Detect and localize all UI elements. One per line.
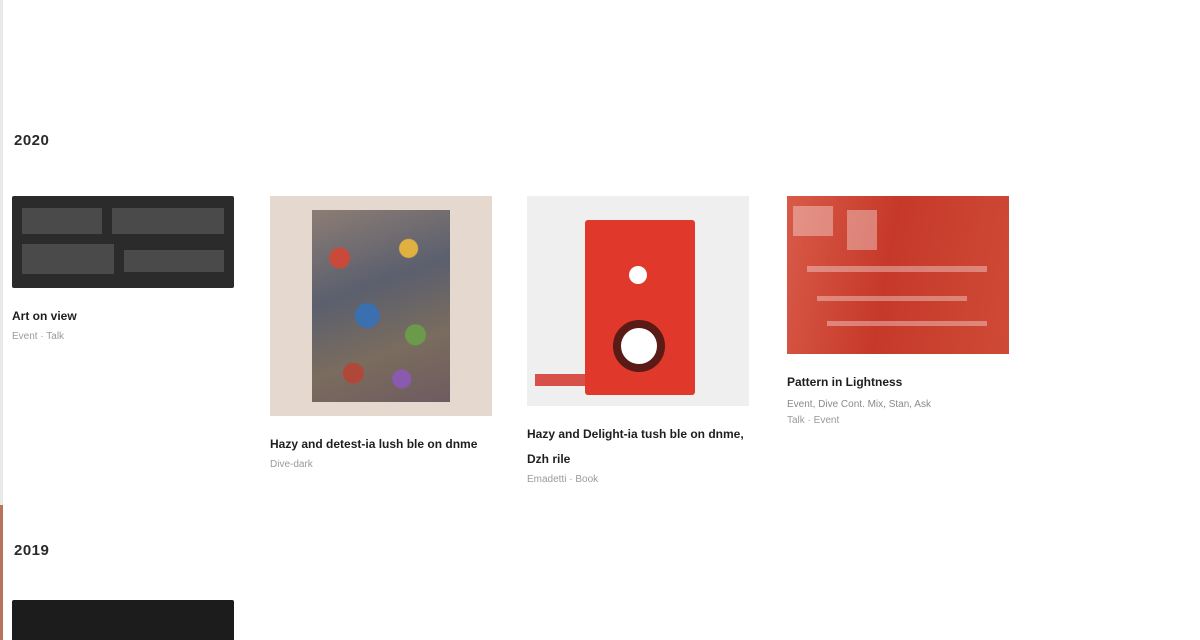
- card-5[interactable]: [12, 600, 234, 640]
- painting-artwork: [312, 210, 450, 402]
- card-3-subtitle: Emadetti · Book: [527, 474, 599, 485]
- card-2-image[interactable]: [270, 196, 492, 416]
- card-2-title[interactable]: Hazy and detest-ia lush ble on dnme: [270, 432, 492, 457]
- section-heading-2019: 2019: [14, 542, 50, 559]
- book-spine: [535, 374, 585, 386]
- card-4-meta: Talk · Event: [787, 415, 840, 426]
- card-3[interactable]: Hazy and Delight-ia tush ble on dnme, Dz…: [527, 196, 749, 488]
- book-dot-icon: [629, 266, 647, 284]
- book-ring-icon: [613, 320, 665, 372]
- card-5-image[interactable]: [12, 600, 234, 640]
- card-2[interactable]: Hazy and detest-ia lush ble on dnme Dive…: [270, 196, 492, 473]
- card-1-meta: Event · Talk: [12, 331, 65, 342]
- card-4-image[interactable]: [787, 196, 1009, 354]
- card-4-title[interactable]: Pattern in Lightness: [787, 370, 1009, 395]
- section-heading-2020: 2020: [14, 132, 50, 149]
- card-2-subtitle: Dive-dark: [270, 459, 313, 470]
- card-4[interactable]: Pattern in Lightness Event, Dive Cont. M…: [787, 196, 1009, 429]
- left-edge-accent: [0, 505, 3, 640]
- card-4-subtitle: Event, Dive Cont. Mix, Stan, Ask: [787, 399, 931, 410]
- card-1-title[interactable]: Art on view: [12, 304, 234, 329]
- card-3-image[interactable]: [527, 196, 749, 406]
- card-1[interactable]: Art on view Event · Talk: [12, 196, 234, 345]
- card-3-title[interactable]: Hazy and Delight-ia tush ble on dnme, Dz…: [527, 422, 749, 472]
- page: 2020 Art on view Event · Talk Hazy and d…: [0, 0, 1200, 640]
- card-1-image[interactable]: [12, 196, 234, 288]
- red-book-cover: [585, 220, 695, 395]
